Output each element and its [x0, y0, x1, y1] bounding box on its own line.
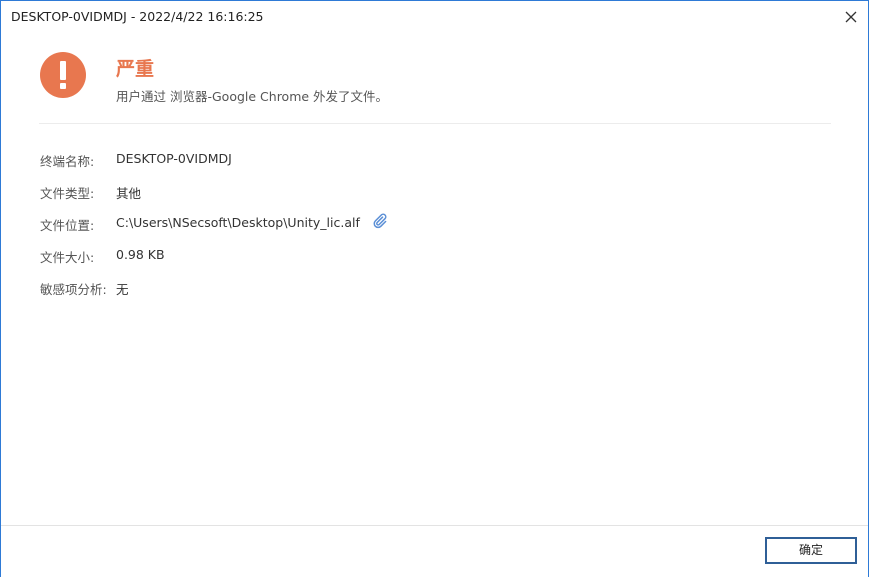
divider	[39, 123, 831, 124]
exclamation-circle-icon	[40, 52, 86, 98]
close-icon	[845, 11, 857, 23]
detail-label: 文件类型:	[40, 186, 95, 201]
close-button[interactable]	[838, 4, 864, 30]
detail-label: 文件大小:	[40, 250, 95, 265]
detail-value: 0.98 KB	[116, 247, 165, 262]
detail-value: 无	[116, 282, 129, 297]
detail-label: 敏感项分析:	[40, 282, 107, 297]
window-title: DESKTOP-0VIDMDJ - 2022/4/22 16:16:25	[11, 9, 264, 24]
dialog-footer: 确定	[1, 525, 868, 577]
paperclip-icon[interactable]	[372, 213, 388, 232]
alert-message: 用户通过 浏览器-Google Chrome 外发了文件。	[116, 89, 389, 104]
detail-label: 终端名称:	[40, 154, 95, 169]
detail-value: 其他	[116, 186, 142, 201]
ok-button[interactable]: 确定	[765, 537, 857, 564]
alert-dialog: DESKTOP-0VIDMDJ - 2022/4/22 16:16:25 严重 …	[0, 0, 869, 577]
severity-label: 严重	[116, 58, 155, 80]
detail-value: DESKTOP-0VIDMDJ	[116, 151, 232, 166]
title-bar[interactable]: DESKTOP-0VIDMDJ - 2022/4/22 16:16:25	[1, 1, 868, 33]
file-path: C:\Users\NSecsoft\Desktop\Unity_lic.alf	[116, 215, 360, 230]
detail-label: 文件位置:	[40, 218, 95, 233]
